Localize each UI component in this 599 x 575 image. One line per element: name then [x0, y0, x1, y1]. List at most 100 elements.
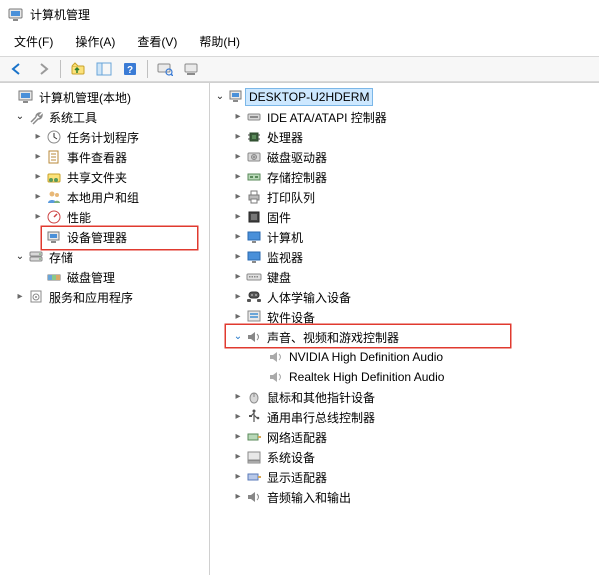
tree-item-keyboards[interactable]: ▸ 键盘 — [212, 267, 597, 287]
chevron-right-icon[interactable]: ▸ — [232, 311, 244, 323]
speaker-icon — [268, 369, 284, 385]
tree-item-task-scheduler[interactable]: ▸ 任务计划程序 — [2, 127, 207, 147]
tree-item-services[interactable]: ▸ 服务和应用程序 — [2, 287, 207, 307]
tree-label: 事件查看器 — [64, 148, 130, 167]
chevron-right-icon[interactable]: ▸ — [232, 191, 244, 203]
chevron-right-icon[interactable]: ▸ — [232, 271, 244, 283]
tree-item-device-manager[interactable]: ▸ 设备管理器 — [2, 227, 207, 247]
chevron-right-icon[interactable]: ▸ — [232, 111, 244, 123]
tree-item-print-queues[interactable]: ▸ 打印队列 — [212, 187, 597, 207]
tree-label: 打印队列 — [264, 188, 318, 207]
tree-label: 磁盘驱动器 — [264, 148, 330, 167]
chevron-right-icon[interactable]: ▸ — [232, 471, 244, 483]
tree-item-computer[interactable]: ⌄ DESKTOP-U2HDERM — [212, 87, 597, 107]
tree-item-sound[interactable]: ⌄ 声音、视频和游戏控制器 — [212, 327, 597, 347]
tree-label: 存储 — [46, 248, 76, 267]
tree-item-firmware[interactable]: ▸ 固件 — [212, 207, 597, 227]
chevron-right-icon[interactable]: ▸ — [232, 211, 244, 223]
shared-folder-icon — [46, 169, 62, 185]
chevron-down-icon[interactable]: ⌄ — [232, 331, 244, 343]
tree-item-root[interactable]: ▶ 计算机管理(本地) — [2, 87, 207, 107]
chevron-right-icon[interactable]: ▸ — [232, 171, 244, 183]
tree-label: 处理器 — [264, 128, 306, 147]
tree-item-storage[interactable]: ⌄ 存储 — [2, 247, 207, 267]
chevron-right-icon[interactable]: ▸ — [232, 231, 244, 243]
chevron-right-icon[interactable]: ▸ — [32, 191, 44, 203]
tools-icon — [28, 109, 44, 125]
tree-item-performance[interactable]: ▸ 性能 — [2, 207, 207, 227]
tree-item-network[interactable]: ▸ 网络适配器 — [212, 427, 597, 447]
clock-icon — [46, 129, 62, 145]
menu-help[interactable]: 帮助(H) — [195, 31, 244, 52]
tree-item-audio-io[interactable]: ▸ 音频输入和输出 — [212, 487, 597, 507]
tree-item-realtek-audio[interactable]: ▸ Realtek High Definition Audio — [212, 367, 597, 387]
show-hide-tree-button[interactable] — [93, 59, 115, 79]
up-button[interactable] — [67, 59, 89, 79]
tree-label: 人体学输入设备 — [264, 288, 354, 307]
tree-label: 系统工具 — [46, 108, 100, 127]
tree-item-local-users[interactable]: ▸ 本地用户和组 — [2, 187, 207, 207]
tree-item-software[interactable]: ▸ 软件设备 — [212, 307, 597, 327]
tree-item-event-viewer[interactable]: ▸ 事件查看器 — [2, 147, 207, 167]
chevron-right-icon[interactable]: ▸ — [32, 151, 44, 163]
tree-item-system-devices[interactable]: ▸ 系统设备 — [212, 447, 597, 467]
chevron-right-icon[interactable]: ▸ — [32, 171, 44, 183]
chevron-right-icon[interactable]: ▸ — [232, 291, 244, 303]
tree-label: 鼠标和其他指针设备 — [264, 388, 378, 407]
menu-action[interactable]: 操作(A) — [71, 31, 119, 52]
tree-label: 任务计划程序 — [64, 128, 142, 147]
chevron-down-icon[interactable]: ⌄ — [14, 111, 26, 123]
audio-io-icon — [246, 489, 262, 505]
chevron-right-icon[interactable]: ▸ — [232, 391, 244, 403]
forward-button[interactable] — [32, 59, 54, 79]
chevron-down-icon[interactable]: ⌄ — [214, 91, 226, 103]
tree-label: 服务和应用程序 — [46, 288, 136, 307]
right-tree-pane: ⌄ DESKTOP-U2HDERM ▸ IDE ATA/ATAPI 控制器 ▸ … — [210, 83, 599, 575]
tree-label: 监视器 — [264, 248, 306, 267]
tree-item-mice[interactable]: ▸ 鼠标和其他指针设备 — [212, 387, 597, 407]
tree-label: 本地用户和组 — [64, 188, 142, 207]
tree-item-processors[interactable]: ▸ 处理器 — [212, 127, 597, 147]
tree-item-usb[interactable]: ▸ 通用串行总线控制器 — [212, 407, 597, 427]
tree-item-nvidia-audio[interactable]: ▸ NVIDIA High Definition Audio — [212, 347, 597, 367]
chevron-right-icon[interactable]: ▸ — [232, 491, 244, 503]
chevron-right-icon[interactable]: ▸ — [232, 431, 244, 443]
disk-management-icon — [46, 269, 62, 285]
chevron-right-icon[interactable]: ▸ — [232, 451, 244, 463]
device-manager-icon — [46, 229, 62, 245]
scan-hardware-button[interactable] — [154, 59, 176, 79]
chevron-right-icon[interactable]: ▸ — [32, 131, 44, 143]
chevron-right-icon[interactable]: ▸ — [32, 211, 44, 223]
tree-item-monitors[interactable]: ▸ 监视器 — [212, 247, 597, 267]
hid-icon — [246, 289, 262, 305]
chevron-right-icon[interactable]: ▸ — [232, 411, 244, 423]
menu-file[interactable]: 文件(F) — [10, 31, 57, 52]
tree-item-computers[interactable]: ▸ 计算机 — [212, 227, 597, 247]
chevron-right-icon[interactable]: ▸ — [232, 251, 244, 263]
left-tree[interactable]: ▶ 计算机管理(本地) ⌄ 系统工具 ▸ 任务计划程序 — [2, 87, 207, 307]
chevron-down-icon[interactable]: ⌄ — [14, 251, 26, 263]
help-toolbar-button[interactable]: ? — [119, 59, 141, 79]
processor-icon — [246, 129, 262, 145]
chevron-right-icon[interactable]: ▸ — [232, 151, 244, 163]
tree-item-display[interactable]: ▸ 显示适配器 — [212, 467, 597, 487]
tree-item-disk-drives[interactable]: ▸ 磁盘驱动器 — [212, 147, 597, 167]
display-adapter-icon — [246, 469, 262, 485]
tree-item-hid[interactable]: ▸ 人体学输入设备 — [212, 287, 597, 307]
tree-label: 性能 — [64, 208, 94, 227]
tree-label: 系统设备 — [264, 448, 318, 467]
tree-item-ide[interactable]: ▸ IDE ATA/ATAPI 控制器 — [212, 107, 597, 127]
chevron-right-icon[interactable]: ▸ — [232, 131, 244, 143]
back-button[interactable] — [6, 59, 28, 79]
tree-item-storage-controllers[interactable]: ▸ 存储控制器 — [212, 167, 597, 187]
printer-icon — [246, 189, 262, 205]
tree-item-shared-folders[interactable]: ▸ 共享文件夹 — [2, 167, 207, 187]
menu-view[interactable]: 查看(V) — [133, 31, 181, 52]
device-tree[interactable]: ⌄ DESKTOP-U2HDERM ▸ IDE ATA/ATAPI 控制器 ▸ … — [212, 87, 597, 507]
properties-button[interactable] — [180, 59, 202, 79]
tree-item-disk-management[interactable]: ▸ 磁盘管理 — [2, 267, 207, 287]
chevron-right-icon[interactable]: ▸ — [14, 291, 26, 303]
tree-label: IDE ATA/ATAPI 控制器 — [264, 108, 390, 127]
tree-item-system-tools[interactable]: ⌄ 系统工具 — [2, 107, 207, 127]
usb-icon — [246, 409, 262, 425]
